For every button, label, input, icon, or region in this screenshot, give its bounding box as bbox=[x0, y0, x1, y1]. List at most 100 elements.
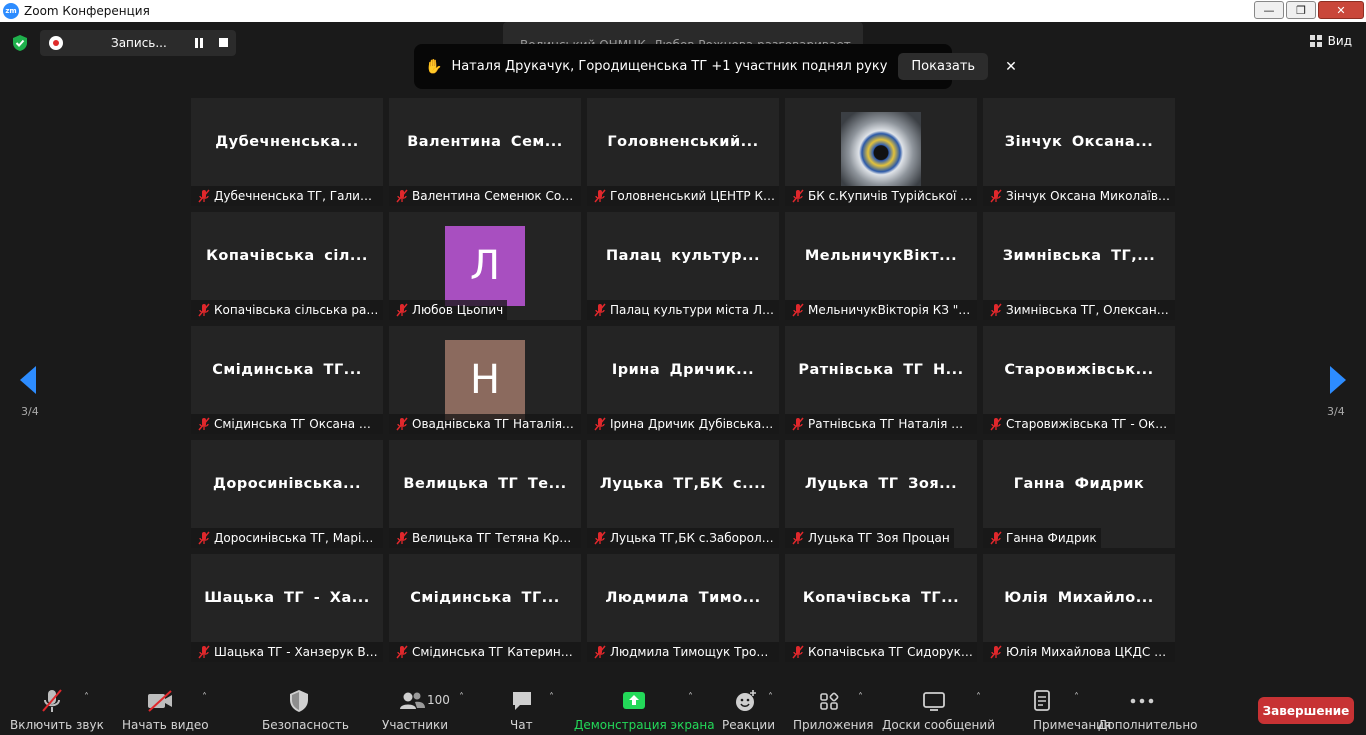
participant-display-title: Луцька ТГ Зоя... bbox=[804, 476, 958, 492]
participant-display-title: Шацька ТГ - Ха... bbox=[204, 590, 370, 606]
participant-display-title: Смідинська ТГ... bbox=[212, 362, 362, 378]
whiteboards-button[interactable]: ˄ Доски сообщений bbox=[880, 682, 995, 735]
participant-display-title: Луцька ТГ,БК с.... bbox=[599, 476, 767, 492]
participant-name: Валентина Семенюк Соши... bbox=[412, 189, 577, 203]
participant-tile[interactable]: Старовижівськ... Старовижівська ТГ - Окс… bbox=[983, 326, 1175, 434]
participant-tile[interactable]: Ганна Фидрик Ганна Фидрик bbox=[983, 440, 1175, 548]
participant-tile[interactable]: Юлія Михайло... Юлія Михайлова ЦКДС К... bbox=[983, 554, 1175, 662]
participant-tile[interactable]: Дубечненська... Дубечненська ТГ, Галина … bbox=[191, 98, 383, 206]
participant-name: Копачівська сільська рада bbox=[214, 303, 379, 317]
mic-muted-icon bbox=[990, 645, 1002, 659]
participant-tile[interactable]: Головненський... Головненський ЦЕНТР КД.… bbox=[587, 98, 779, 206]
participant-tile[interactable]: МельничукВікт... МельничукВікторія КЗ "Ц… bbox=[785, 212, 977, 320]
audio-options-chevron-icon[interactable]: ˄ bbox=[84, 692, 89, 703]
participant-tile[interactable]: Н Оваднівська ТГ Наталія С... bbox=[389, 326, 581, 434]
participant-tile[interactable]: Смідинська ТГ... Смідинська ТГ Катерина … bbox=[389, 554, 581, 662]
participant-name: Ірина Дричик Дубівська Г... bbox=[610, 417, 775, 431]
participant-tile[interactable]: Зінчук Оксана... Зінчук Оксана Миколаївн… bbox=[983, 98, 1175, 206]
share-options-chevron-icon[interactable]: ˄ bbox=[688, 692, 693, 703]
mic-muted-icon bbox=[990, 417, 1002, 431]
participant-name: Ганна Фидрик bbox=[1006, 531, 1097, 545]
close-window-button[interactable]: ✕ bbox=[1318, 1, 1364, 19]
page-indicator-left: 3/4 bbox=[21, 405, 39, 418]
view-button[interactable]: Вид bbox=[1309, 34, 1352, 48]
participant-name: Луцька ТГ,БК с.Забороль ... bbox=[610, 531, 775, 545]
chat-bubble-icon bbox=[513, 692, 531, 710]
participant-name-label: Ганна Фидрик bbox=[983, 528, 1101, 548]
video-options-chevron-icon[interactable]: ˄ bbox=[202, 692, 207, 703]
start-video-button[interactable]: ˄ Начать видео bbox=[120, 682, 210, 735]
mic-muted-icon bbox=[198, 645, 210, 659]
minimize-button[interactable]: — bbox=[1254, 1, 1284, 19]
participant-tile[interactable]: Велицька ТГ Те... Велицька ТГ Тетяна Кро… bbox=[389, 440, 581, 548]
participant-name-label: БК с.Купичів Турійської ТГ bbox=[785, 186, 977, 206]
chat-button[interactable]: ˄ Чат bbox=[508, 682, 564, 735]
previous-page-arrow-icon[interactable] bbox=[18, 365, 38, 395]
chat-options-chevron-icon[interactable]: ˄ bbox=[549, 692, 554, 703]
participant-tile[interactable]: Палац культур... Палац культури міста Лу… bbox=[587, 212, 779, 320]
participant-name: БК с.Купичів Турійської ТГ bbox=[808, 189, 973, 203]
participant-name: Велицька ТГ Тетяна Кропи... bbox=[412, 531, 577, 545]
participants-options-chevron-icon[interactable]: ˄ bbox=[459, 692, 464, 703]
participant-tile[interactable]: Доросинівська... Доросинівська ТГ, Марія… bbox=[191, 440, 383, 548]
whiteboard-icon bbox=[923, 692, 945, 711]
participant-tile[interactable]: Шацька ТГ - Ха... Шацька ТГ - Ханзерук В… bbox=[191, 554, 383, 662]
reactions-button[interactable]: ˄ Реакции bbox=[720, 682, 780, 735]
mic-muted-icon bbox=[396, 303, 408, 317]
participant-tile[interactable]: БК с.Купичів Турійської ТГ bbox=[785, 98, 977, 206]
participants-button[interactable]: 100 ˄ Участники bbox=[380, 682, 475, 735]
close-icon[interactable]: ✕ bbox=[1005, 59, 1017, 75]
more-button[interactable]: Дополнительно bbox=[1097, 682, 1198, 735]
participant-display-title: Велицька ТГ Те... bbox=[403, 476, 567, 492]
participant-name: Смідинська ТГ Катерина Р... bbox=[412, 645, 577, 659]
participant-tile[interactable]: Копачівська сіл... Копачівська сільська … bbox=[191, 212, 383, 320]
participant-tile[interactable]: Зимнівська ТГ,... Зимнівська ТГ, Олексан… bbox=[983, 212, 1175, 320]
participant-display-title bbox=[785, 98, 977, 186]
whiteboards-options-chevron-icon[interactable]: ˄ bbox=[976, 692, 981, 703]
end-meeting-button[interactable]: Завершение bbox=[1258, 697, 1354, 724]
reactions-options-chevron-icon[interactable]: ˄ bbox=[768, 692, 773, 703]
recording-label: Запись... bbox=[111, 36, 167, 50]
participant-name: Ратнівська ТГ Наталія Юхи... bbox=[808, 417, 973, 431]
chat-label: Чат bbox=[510, 718, 533, 732]
participant-tile[interactable]: Валентина Сем... Валентина Семенюк Соши.… bbox=[389, 98, 581, 206]
participants-count: 100 bbox=[427, 693, 450, 707]
participant-tile[interactable]: Ратнівська ТГ Н... Ратнівська ТГ Наталія… bbox=[785, 326, 977, 434]
participant-tile[interactable]: Луцька ТГ,БК с.... Луцька ТГ,БК с.Заборо… bbox=[587, 440, 779, 548]
participant-tile[interactable]: Луцька ТГ Зоя... Луцька ТГ Зоя Процан bbox=[785, 440, 977, 548]
participant-grid: Дубечненська... Дубечненська ТГ, Галина … bbox=[191, 98, 1175, 662]
security-shield-icon[interactable] bbox=[11, 34, 29, 52]
participant-tile[interactable]: Ірина Дричик... Ірина Дричик Дубівська Г… bbox=[587, 326, 779, 434]
participant-tile[interactable]: Копачівська ТГ... Копачівська ТГ Сидорук… bbox=[785, 554, 977, 662]
participant-name-label: Ірина Дричик Дубівська Г... bbox=[587, 414, 779, 434]
participant-tile[interactable]: Л Любов Цьопич bbox=[389, 212, 581, 320]
apps-button[interactable]: ˄ Приложения bbox=[792, 682, 874, 735]
unmute-label: Включить звук bbox=[10, 718, 104, 732]
participant-tile[interactable]: Людмила Тимо... Людмила Тимощук Троя ... bbox=[587, 554, 779, 662]
stop-recording-icon[interactable] bbox=[219, 38, 228, 47]
participant-name: Любов Цьопич bbox=[412, 303, 504, 317]
participant-name: МельничукВікторія КЗ "Це... bbox=[808, 303, 973, 317]
participant-display-title: Ратнівська ТГ Н... bbox=[798, 362, 964, 378]
participant-name-label: Шацька ТГ - Ханзерук Вал... bbox=[191, 642, 383, 662]
participant-display-title: Копачівська ТГ... bbox=[802, 590, 960, 606]
show-raised-hands-button[interactable]: Показать bbox=[898, 53, 989, 80]
apps-options-chevron-icon[interactable]: ˄ bbox=[858, 692, 863, 703]
participant-tile[interactable]: Смідинська ТГ... Смідинська ТГ Оксана Пе… bbox=[191, 326, 383, 434]
mic-muted-icon bbox=[396, 645, 408, 659]
participant-name-label: Велицька ТГ Тетяна Кропи... bbox=[389, 528, 581, 548]
participant-name: Палац культури міста Луц... bbox=[610, 303, 775, 317]
unmute-button[interactable]: ˄ Включить звук bbox=[8, 682, 104, 735]
notes-options-chevron-icon[interactable]: ˄ bbox=[1074, 692, 1079, 703]
next-page-arrow-icon[interactable] bbox=[1328, 365, 1348, 395]
participant-name: Зінчук Оксана Миколаївна bbox=[1006, 189, 1171, 203]
view-label: Вид bbox=[1327, 34, 1352, 48]
mic-muted-icon bbox=[396, 189, 408, 203]
security-button[interactable]: Безопасность bbox=[260, 682, 349, 735]
maximize-button[interactable]: ❐ bbox=[1286, 1, 1316, 19]
participant-display-title: МельничукВікт... bbox=[804, 248, 958, 264]
mic-off-icon bbox=[42, 689, 62, 712]
share-screen-button[interactable]: ˄ Демонстрация экрана bbox=[572, 682, 715, 735]
participant-name: Оваднівська ТГ Наталія С... bbox=[412, 417, 577, 431]
pause-recording-icon[interactable] bbox=[195, 38, 205, 48]
